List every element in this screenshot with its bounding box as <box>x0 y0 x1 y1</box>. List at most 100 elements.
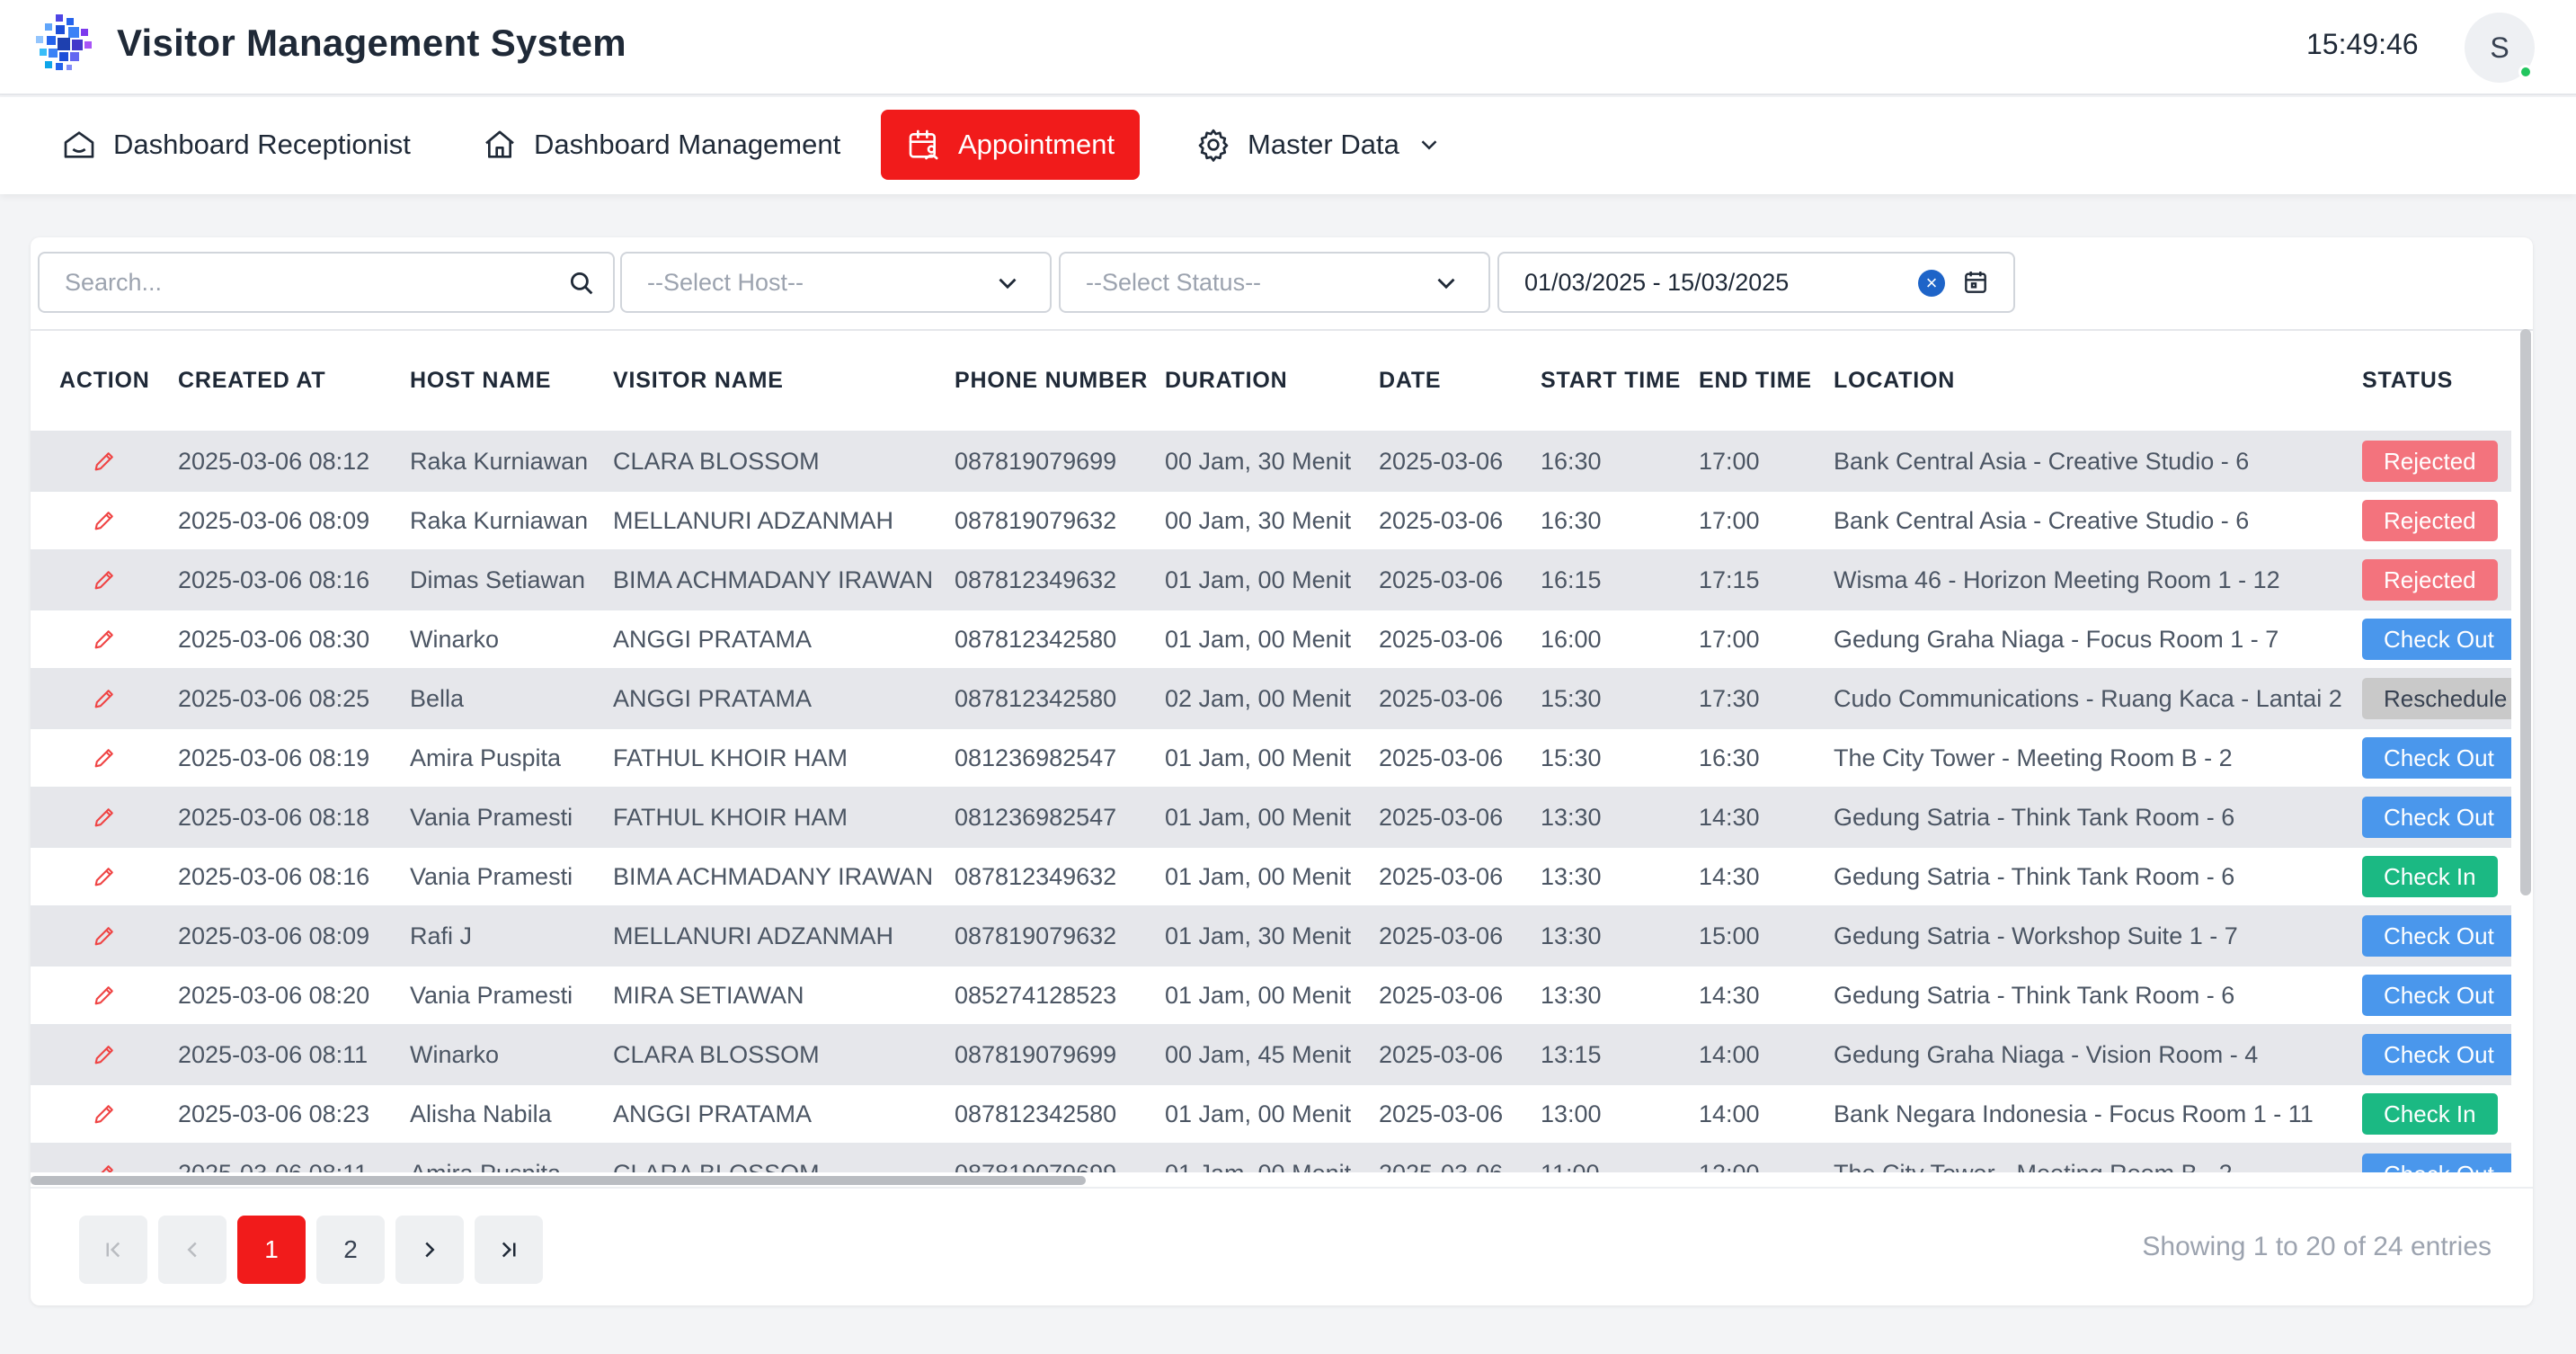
table-cell: Amira Puspita <box>410 1143 613 1172</box>
host-select[interactable]: --Select Host-- <box>620 252 1052 313</box>
table-row[interactable]: 2025-03-06 08:11Amira PuspitaCLARA BLOSS… <box>31 1143 2511 1173</box>
table-cell: 17:00 <box>1699 609 1834 669</box>
table-cell: Vania Pramesti <box>410 787 613 847</box>
appointment-table: ACTION CREATED AT HOST NAME VISITOR NAME PHO… <box>31 331 2511 1172</box>
status-select[interactable]: --Select Status-- <box>1059 252 1490 313</box>
table-cell: ANGGI PRATAMA <box>613 668 955 728</box>
table-cell: 00 Jam, 30 Menit <box>1165 431 1379 491</box>
nav-dashboard-receptionist[interactable]: Dashboard Receptionist <box>36 110 436 180</box>
table-cell: FATHUL KHOIR HAM <box>613 787 955 847</box>
host-placeholder: --Select Host-- <box>647 268 804 296</box>
table-cell: MELLANURI ADZANMAH <box>613 490 955 550</box>
chevron-right-icon <box>425 1242 435 1258</box>
nav-label: Appointment <box>958 129 1115 160</box>
status-placeholder: --Select Status-- <box>1086 268 1262 296</box>
calendar-icon[interactable] <box>1961 268 1990 297</box>
edit-pencil-icon[interactable] <box>92 1101 117 1127</box>
table-row[interactable]: 2025-03-06 08:18 Vania Pramesti FATHUL KHO… <box>31 787 2511 847</box>
edit-pencil-icon[interactable] <box>92 983 117 1008</box>
table-row[interactable]: 2025-03-06 08:16 Dimas Setiawan BIMA ACHMA… <box>31 549 2511 610</box>
nav-master-data[interactable]: Master Data <box>1170 110 1468 180</box>
edit-pencil-icon[interactable] <box>92 686 117 711</box>
user-avatar[interactable]: S <box>2465 13 2535 83</box>
table-cell: Gedung Graha Niaga - Vision Room - 4 <box>1834 1024 2362 1084</box>
table-cell: 087819079699 <box>955 1143 1165 1172</box>
table-cell: Raka Kurniawan <box>410 490 613 550</box>
edit-pencil-icon[interactable] <box>92 805 117 830</box>
column-header: END TIME <box>1699 368 1812 393</box>
horizontal-scrollbar[interactable] <box>31 1176 1086 1185</box>
edit-pencil-icon[interactable] <box>92 449 117 474</box>
edit-pencil-icon[interactable] <box>92 864 117 889</box>
table-cell: 01 Jam, 00 Menit <box>1165 1083 1379 1144</box>
table-row[interactable]: 2025-03-06 08:11 Winarko CLARA BLOSSOM 0878… <box>31 1024 2511 1084</box>
table-row[interactable]: 2025-03-06 08:12 Raka Kurniawan CLARA BLOS… <box>31 431 2511 491</box>
clear-date-icon[interactable]: × <box>1918 270 1945 297</box>
action-cell <box>31 609 178 669</box>
next-page-button[interactable] <box>395 1216 464 1284</box>
edit-pencil-icon[interactable] <box>92 745 117 771</box>
edit-pencil-icon[interactable] <box>92 567 117 592</box>
table-cell: 081236982547 <box>955 787 1165 847</box>
status-cell: Check Out <box>2362 1143 2511 1172</box>
table-row[interactable]: 2025-03-06 08:23 Alisha Nabila ANGGI PRATA… <box>31 1083 2511 1144</box>
vertical-scrollbar[interactable] <box>2520 329 2531 895</box>
status-badge: Check Out <box>2362 915 2511 957</box>
table-body: 2025-03-06 08:12 Raka Kurniawan CLARA BLOS… <box>31 431 2511 1173</box>
prev-page-button[interactable] <box>158 1216 227 1284</box>
status-badge: Check In <box>2362 1093 2498 1135</box>
search-input[interactable]: Search... <box>38 252 615 313</box>
table-cell: Vania Pramesti <box>410 846 613 906</box>
action-cell <box>31 846 178 906</box>
table-cell: Gedung Satria - Think Tank Room - 6 <box>1834 965 2362 1025</box>
action-cell <box>31 1024 178 1084</box>
table-cell: BIMA ACHMADANY IRAWAN <box>613 549 955 610</box>
table-row[interactable]: 2025-03-06 08:19 Amira Puspita FATHUL KHOI… <box>31 727 2511 788</box>
table-row[interactable]: 2025-03-06 08:20 Vania Pramesti MIRA SETIA… <box>31 965 2511 1025</box>
status-badge: Reschedule <box>2362 678 2511 719</box>
nav-dashboard-management[interactable]: Dashboard Management <box>457 110 866 180</box>
last-page-button[interactable] <box>475 1216 543 1284</box>
first-page-button[interactable] <box>79 1216 147 1284</box>
table-row[interactable]: 2025-03-06 08:09 Rafi J MELLANURI ADZANMAH… <box>31 905 2511 966</box>
appointment-table-container[interactable]: ACTION CREATED AT HOST NAME VISITOR NAME PHO… <box>31 329 2533 1172</box>
home-outline-icon <box>64 131 94 158</box>
nav-label: Master Data <box>1248 129 1399 160</box>
page-button-1[interactable]: 1 <box>237 1216 306 1284</box>
table-cell: Bank Negara Indonesia - Focus Room 1 - 1… <box>1834 1083 2362 1144</box>
last-page-icon <box>502 1242 516 1258</box>
table-cell: 2025-03-06 08:16 <box>178 549 410 610</box>
table-cell: 087819079632 <box>955 905 1165 966</box>
nav-appointment[interactable]: Appointment <box>881 110 1141 180</box>
table-cell: Gedung Satria - Think Tank Room - 6 <box>1834 846 2362 906</box>
table-header: ACTION CREATED AT HOST NAME VISITOR NAME PHO… <box>31 331 2511 432</box>
table-cell: 14:30 <box>1699 846 1834 906</box>
nav-label: Dashboard Receptionist <box>113 129 411 160</box>
table-row[interactable]: 2025-03-06 08:25 Bella ANGGI PRATAMA 087812… <box>31 668 2511 728</box>
edit-pencil-icon[interactable] <box>92 1162 117 1173</box>
table-cell: 087812349632 <box>955 549 1165 610</box>
app-logo-icon <box>36 14 92 70</box>
action-cell <box>31 965 178 1025</box>
date-range-input[interactable]: 01/03/2025 - 15/03/2025 × <box>1497 252 2015 313</box>
table-cell: 087812342580 <box>955 668 1165 728</box>
table-cell: Bank Central Asia - Creative Studio - 6 <box>1834 490 2362 550</box>
column-header: PHONE NUMBER <box>955 368 1149 393</box>
edit-pencil-icon[interactable] <box>92 627 117 652</box>
table-cell: 17:15 <box>1699 549 1834 610</box>
table-row[interactable]: 2025-03-06 08:16 Vania Pramesti BIMA ACHMA… <box>31 846 2511 906</box>
edit-pencil-icon[interactable] <box>92 508 117 533</box>
table-cell: 2025-03-06 <box>1379 1024 1541 1084</box>
table-cell: 00 Jam, 45 Menit <box>1165 1024 1379 1084</box>
page-button-2[interactable]: 2 <box>316 1216 385 1284</box>
status-badge: Rejected <box>2362 559 2498 601</box>
table-cell: 2025-03-06 <box>1379 727 1541 788</box>
edit-pencil-icon[interactable] <box>92 923 117 949</box>
table-row[interactable]: 2025-03-06 08:09 Raka Kurniawan MELLANURI … <box>31 490 2511 550</box>
table-cell: 2025-03-06 <box>1379 609 1541 669</box>
status-badge: Rejected <box>2362 500 2498 541</box>
table-row[interactable]: 2025-03-06 08:30 Winarko ANGGI PRATAMA 0878… <box>31 609 2511 669</box>
table-cell: 01 Jam, 00 Menit <box>1165 846 1379 906</box>
status-cell: Rejected <box>2362 490 2511 550</box>
edit-pencil-icon[interactable] <box>92 1042 117 1067</box>
